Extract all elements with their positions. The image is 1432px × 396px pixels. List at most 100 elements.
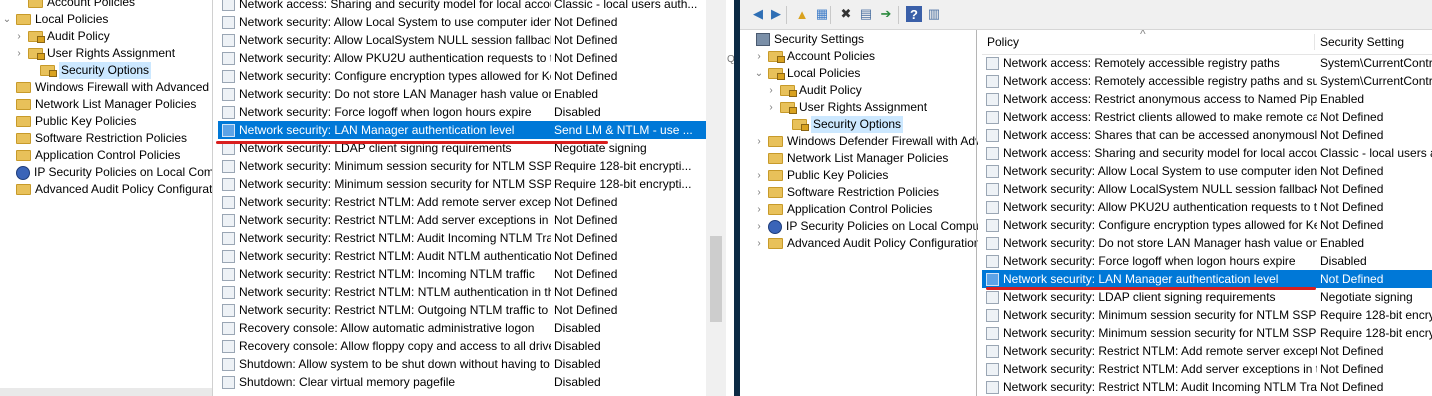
policy-name-cell: Network security: Allow Local System to …	[1003, 164, 1317, 178]
show-tree-icon[interactable]: ▦	[814, 6, 830, 22]
tree-item[interactable]: › Audit Policy	[14, 28, 110, 45]
left-list-vertical-scrollbar[interactable]	[706, 0, 726, 396]
policy-name-cell: Network access: Restrict clients allowed…	[1003, 110, 1317, 124]
tree-item[interactable]: Security Options	[778, 116, 904, 133]
table-row[interactable]: Network access: Remotely accessible regi…	[982, 54, 1432, 72]
table-row[interactable]: Network security: Do not store LAN Manag…	[982, 234, 1432, 252]
tree-item-label: Audit Policy	[799, 83, 862, 97]
tree-item[interactable]: Windows Firewall with Advanced Secu	[2, 79, 212, 96]
chevron-down-icon[interactable]: ⌄	[754, 65, 764, 82]
header-policy[interactable]: Policy	[987, 30, 1019, 54]
table-row[interactable]: Network security: Allow PKU2U authentica…	[218, 49, 706, 67]
table-row[interactable]: Network security: Force logoff when logo…	[982, 252, 1432, 270]
chevron-right-icon[interactable]: ›	[754, 48, 764, 65]
tree-item[interactable]: › Application Control Policies	[754, 201, 932, 218]
table-row-selected[interactable]: Network security: LAN Manager authentica…	[982, 270, 1432, 288]
table-row[interactable]: Network access: Shares that can be acces…	[982, 126, 1432, 144]
tree-item[interactable]: Advanced Audit Policy Configuration	[2, 181, 212, 198]
chevron-right-icon[interactable]: ›	[754, 235, 764, 252]
table-row[interactable]: Recovery console: Allow floppy copy and …	[218, 337, 706, 355]
table-row[interactable]: Network security: LDAP client signing re…	[982, 288, 1432, 306]
tree-item[interactable]: Security Options	[26, 62, 152, 79]
table-row[interactable]: Network security: Allow Local System to …	[982, 162, 1432, 180]
table-row[interactable]: Network security: Restrict NTLM: Audit I…	[982, 378, 1432, 396]
header-security-setting[interactable]: Security Setting	[1320, 30, 1404, 54]
table-row[interactable]: Network security: Restrict NTLM: Outgoin…	[218, 301, 706, 319]
security-setting-cell: Require 128-bit encryp	[1320, 326, 1432, 340]
tree-item[interactable]: › Audit Policy	[766, 82, 862, 99]
help-icon[interactable]: ?	[906, 6, 922, 22]
tree-item[interactable]: › IP Security Policies on Local Compute	[754, 218, 978, 235]
chevron-right-icon[interactable]: ›	[754, 167, 764, 184]
export-icon[interactable]: ➔	[878, 6, 894, 22]
tree-item[interactable]: Account Policies	[14, 0, 135, 11]
chevron-right-icon[interactable]: ›	[14, 28, 24, 45]
table-row[interactable]: Network security: Allow LocalSystem NULL…	[218, 31, 706, 49]
table-row[interactable]: Network security: Minimum session securi…	[982, 306, 1432, 324]
table-row[interactable]: Network security: Minimum session securi…	[218, 175, 706, 193]
table-row[interactable]: Network access: Sharing and security mod…	[218, 0, 706, 13]
table-row[interactable]: Network security: Configure encryption t…	[218, 67, 706, 85]
table-row[interactable]: Network security: Restrict NTLM: Add ser…	[218, 211, 706, 229]
table-row[interactable]: Network security: Restrict NTLM: Add rem…	[982, 342, 1432, 360]
table-row[interactable]: Network security: Restrict NTLM: NTLM au…	[218, 283, 706, 301]
left-scrollbar-thumb[interactable]	[710, 236, 722, 322]
properties-icon[interactable]: ▤	[858, 6, 874, 22]
table-row[interactable]: Network security: Allow PKU2U authentica…	[982, 198, 1432, 216]
tree-item[interactable]: › User Rights Assignment	[766, 99, 927, 116]
table-row[interactable]: Network security: Allow Local System to …	[218, 13, 706, 31]
chevron-down-icon[interactable]: ⌄	[2, 11, 12, 28]
tree-item[interactable]: › Account Policies	[754, 48, 875, 65]
tree-item[interactable]: Public Key Policies	[2, 113, 136, 130]
view-icon[interactable]: ▥	[926, 6, 942, 22]
tree-item[interactable]: Software Restriction Policies	[2, 130, 187, 147]
up-folder-icon[interactable]: ▲	[794, 6, 810, 22]
table-row[interactable]: Shutdown: Clear virtual memory pagefile D…	[218, 373, 706, 391]
tree-item[interactable]: ⌄ Local Policies	[2, 11, 109, 28]
table-row[interactable]: Network security: Restrict NTLM: Audit N…	[218, 247, 706, 265]
table-row[interactable]: Network security: Allow LocalSystem NULL…	[982, 180, 1432, 198]
table-row[interactable]: Network security: Restrict NTLM: Audit I…	[218, 229, 706, 247]
tree-item[interactable]: › Software Restriction Policies	[754, 184, 939, 201]
table-row[interactable]: Network security: Minimum session securi…	[218, 157, 706, 175]
tree-item[interactable]: Security Settings	[742, 31, 864, 48]
table-row[interactable]: Network security: Minimum session securi…	[982, 324, 1432, 342]
tree-item[interactable]: Network List Manager Policies	[2, 96, 196, 113]
table-row[interactable]: Network access: Sharing and security mod…	[982, 144, 1432, 162]
chevron-right-icon[interactable]: ›	[766, 82, 776, 99]
policy-folder-icon	[768, 68, 785, 80]
table-row[interactable]: Network access: Restrict clients allowed…	[982, 108, 1432, 126]
table-row[interactable]: Network security: Force logoff when logo…	[218, 103, 706, 121]
table-row[interactable]: Shutdown: Allow system to be shut down w…	[218, 355, 706, 373]
tree-item[interactable]: › User Rights Assignment	[14, 45, 175, 62]
tree-item[interactable]: ⌄ Local Policies	[754, 65, 860, 82]
chevron-right-icon[interactable]: ›	[754, 218, 764, 235]
tree-item[interactable]: › Public Key Policies	[754, 167, 888, 184]
tree-item[interactable]: › Advanced Audit Policy Configuration	[754, 235, 978, 252]
security-setting-cell: Negotiate signing	[1320, 290, 1413, 304]
table-row[interactable]: Network access: Restrict anonymous acces…	[982, 90, 1432, 108]
tree-item[interactable]: Application Control Policies	[2, 147, 180, 164]
table-row[interactable]: Network security: Do not store LAN Manag…	[218, 85, 706, 103]
delete-icon[interactable]: ✖	[838, 6, 854, 22]
tree-item[interactable]: › Windows Defender Firewall with Adva	[754, 133, 978, 150]
table-row-selected[interactable]: Network security: LAN Manager authentica…	[218, 121, 706, 139]
left-tree-horizontal-scrollbar[interactable]	[0, 388, 212, 396]
chevron-right-icon[interactable]: ›	[754, 133, 764, 150]
header-separator[interactable]	[1314, 34, 1315, 50]
back-arrow-icon[interactable]: ◀	[750, 6, 766, 22]
table-row[interactable]: Network access: Remotely accessible regi…	[982, 72, 1432, 90]
tree-item[interactable]: Network List Manager Policies	[754, 150, 948, 167]
table-row[interactable]: Network security: Restrict NTLM: Add rem…	[218, 193, 706, 211]
table-row[interactable]: Network security: Configure encryption t…	[982, 216, 1432, 234]
tree-item[interactable]: IP Security Policies on Local Compute	[2, 164, 212, 181]
table-row[interactable]: Recovery console: Allow automatic admini…	[218, 319, 706, 337]
forward-arrow-icon[interactable]: ▶	[768, 6, 784, 22]
chevron-right-icon[interactable]: ›	[754, 184, 764, 201]
chevron-right-icon[interactable]: ›	[14, 45, 24, 62]
table-row[interactable]: Network security: Restrict NTLM: Add ser…	[982, 360, 1432, 378]
tree-item-label: Network List Manager Policies	[35, 97, 197, 111]
table-row[interactable]: Network security: Restrict NTLM: Incomin…	[218, 265, 706, 283]
chevron-right-icon[interactable]: ›	[754, 201, 764, 218]
chevron-right-icon[interactable]: ›	[766, 99, 776, 116]
